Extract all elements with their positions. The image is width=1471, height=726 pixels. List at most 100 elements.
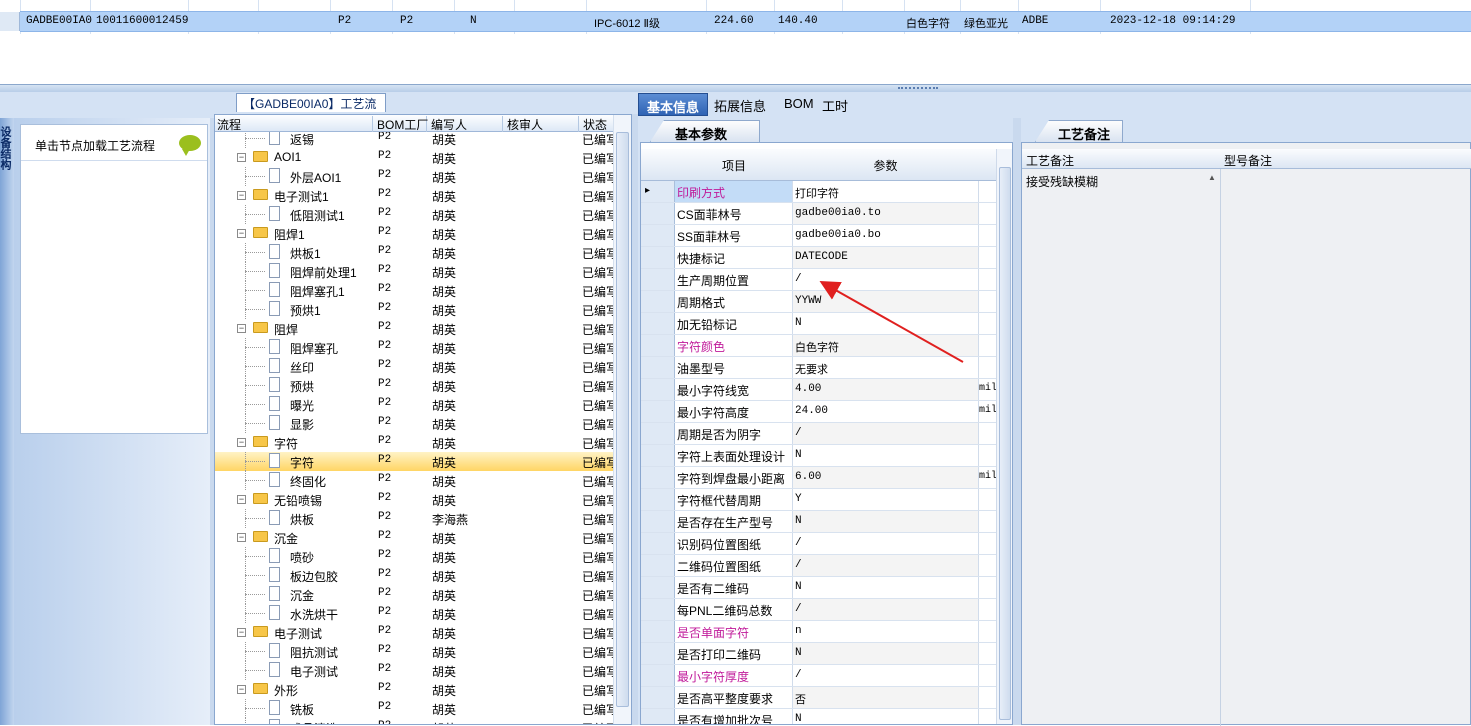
side-dock-label[interactable]: 设备结构 [0,126,13,170]
tree-node[interactable]: 预烘 P2 胡英 已编写 [215,376,613,395]
tab-extended-info[interactable]: 拓展信息 [706,93,774,116]
param-row[interactable]: 是否高平整度要求否 [641,687,996,709]
tree-node[interactable]: 字符 P2 胡英 已编写 [215,452,613,471]
tree-node[interactable]: 低阻测试1 P2 胡英 已编写 [215,205,613,224]
row-indicator[interactable] [641,291,675,312]
col-item[interactable]: 项目 [675,157,793,174]
param-row[interactable]: 快捷标记 DATECODE [641,247,996,269]
params-scrollbar[interactable] [996,149,1012,724]
row-indicator[interactable] [641,599,675,620]
col-bom[interactable]: BOM工厂 [375,116,428,132]
tree-node[interactable]: 返锡 P2 胡英 已编写 [215,132,613,148]
tree-node[interactable]: 铣板 P2 胡英 已编写 [215,699,613,718]
param-value[interactable]: n [793,621,978,642]
tree-node[interactable]: − 无铅喷锡 P2 胡英 已编写 [215,490,613,509]
row-indicator[interactable] [641,665,675,686]
param-value[interactable]: 4.00 [793,379,978,400]
param-value[interactable]: / [793,665,978,686]
row-indicator[interactable] [641,357,675,378]
param-row[interactable]: 周期格式 YYWW [641,291,996,313]
param-row[interactable]: 最小字符线宽 4.00 mil [641,379,996,401]
collapse-icon[interactable]: − [237,685,246,694]
row-indicator[interactable] [641,621,675,642]
col-value[interactable]: 参数 [793,157,978,174]
param-row[interactable]: 字符到焊盘最小距离 6.00 mil [641,467,996,489]
param-value[interactable]: gadbe00ia0.bo [793,225,978,246]
param-row[interactable]: 最小字符高度 24.00 mil [641,401,996,423]
row-indicator[interactable] [641,489,675,510]
col-reviewer[interactable]: 核审人 [505,116,579,132]
tree-node[interactable]: 阻抗测试 P2 胡英 已编写 [215,642,613,661]
param-value[interactable]: / [793,423,978,444]
row-indicator[interactable] [641,379,675,400]
process-note-text[interactable]: 接受残缺模糊 [1026,173,1098,190]
tree-node[interactable]: 显影 P2 胡英 已编写 [215,414,613,433]
row-indicator[interactable] [641,511,675,532]
param-value[interactable]: gadbe00ia0.to [793,203,978,224]
param-value[interactable]: / [793,269,978,290]
vertical-splitter-middle[interactable] [632,114,638,725]
tree-node[interactable]: − AOI1 P2 胡英 已编写 [215,148,613,167]
tree-node[interactable]: 喷砂 P2 胡英 已编写 [215,547,613,566]
param-value[interactable]: / [793,555,978,576]
tab-work-hours[interactable]: 工时 [814,93,856,116]
tree-node[interactable]: − 沉金 P2 胡英 已编写 [215,528,613,547]
splitter-grip[interactable] [898,87,938,90]
tree-node[interactable]: 外层AOI1 P2 胡英 已编写 [215,167,613,186]
param-row[interactable]: 最小字符厚度 / [641,665,996,687]
col-author[interactable]: 编写人 [429,116,503,132]
param-row[interactable]: 加无铅标记 N [641,313,996,335]
tree-node[interactable]: 水洗烘干 P2 胡英 已编写 [215,604,613,623]
param-value[interactable]: / [793,533,978,554]
col-flow[interactable]: 流程 [215,116,373,132]
row-indicator[interactable] [641,643,675,664]
note-scroll-up-icon[interactable]: ▲ [1208,173,1220,187]
tree-node[interactable]: − 电子测试1 P2 胡英 已编写 [215,186,613,205]
process-flow-tree[interactable]: 流程 BOM工厂 编写人 核审人 状态 返锡P2胡英已编写−AOI1P2胡英已编… [214,114,632,725]
param-row[interactable]: 生产周期位置 / [641,269,996,291]
tab-basic-params[interactable]: 基本参数 [650,120,760,142]
process-flow-tab[interactable]: 【GADBE00IA0】工艺流程 [236,93,386,128]
tree-node[interactable]: 预烘1 P2 胡英 已编写 [215,300,613,319]
vertical-splitter-right[interactable] [1013,118,1021,725]
row-indicator[interactable] [641,577,675,598]
tree-node[interactable]: − 字符 P2 胡英 已编写 [215,433,613,452]
row-indicator[interactable] [641,555,675,576]
collapse-icon[interactable]: − [237,495,246,504]
collapse-icon[interactable]: − [237,153,246,162]
row-indicator[interactable] [641,269,675,290]
param-row[interactable]: SS面菲林号 gadbe00ia0.bo [641,225,996,247]
tree-node[interactable]: 曝光 P2 胡英 已编写 [215,395,613,414]
tree-node[interactable]: 沉金 P2 胡英 已编写 [215,585,613,604]
param-value[interactable]: 24.00 [793,401,978,422]
collapse-icon[interactable]: − [237,438,246,447]
param-value[interactable]: 6.00 [793,467,978,488]
param-row[interactable]: 油墨型号 无要求 [641,357,996,379]
row-selector[interactable] [0,12,20,31]
col-status[interactable]: 状态 [581,116,615,132]
params-grid[interactable]: 项目 参数 ▸ 印刷方式 打印字符 CS面菲林号 gadbe00ia0.to SS面菲林号… [640,142,1013,725]
param-row[interactable]: 识别码位置图纸 / [641,533,996,555]
param-row[interactable]: CS面菲林号 gadbe00ia0.to [641,203,996,225]
row-indicator[interactable] [641,225,675,246]
horizontal-splitter[interactable] [0,84,1471,92]
tree-node[interactable]: − 外形 P2 胡英 已编写 [215,680,613,699]
param-row[interactable]: 是否有二维码 N [641,577,996,599]
param-value[interactable]: N [793,313,978,334]
tree-node[interactable]: 成品清洗 P2 胡英 已编写 [215,718,613,724]
tree-node[interactable]: 烘板1 P2 胡英 已编写 [215,243,613,262]
tree-node[interactable]: 电子测试 P2 胡英 已编写 [215,661,613,680]
row-indicator[interactable] [641,709,675,724]
param-row[interactable]: 是否存在生产型号 N [641,511,996,533]
param-row[interactable]: 是否打印二维码 N [641,643,996,665]
collapse-icon[interactable]: − [237,628,246,637]
param-value[interactable]: N [793,577,978,598]
row-indicator[interactable] [641,467,675,488]
collapse-icon[interactable]: − [237,191,246,200]
tree-scroll-thumb[interactable] [616,132,629,707]
param-value[interactable]: 无要求 [793,357,978,378]
tree-node[interactable]: 板边包胶 P2 胡英 已编写 [215,566,613,585]
param-value[interactable]: Y [793,489,978,510]
param-value[interactable]: / [793,599,978,620]
row-indicator[interactable] [641,335,675,356]
